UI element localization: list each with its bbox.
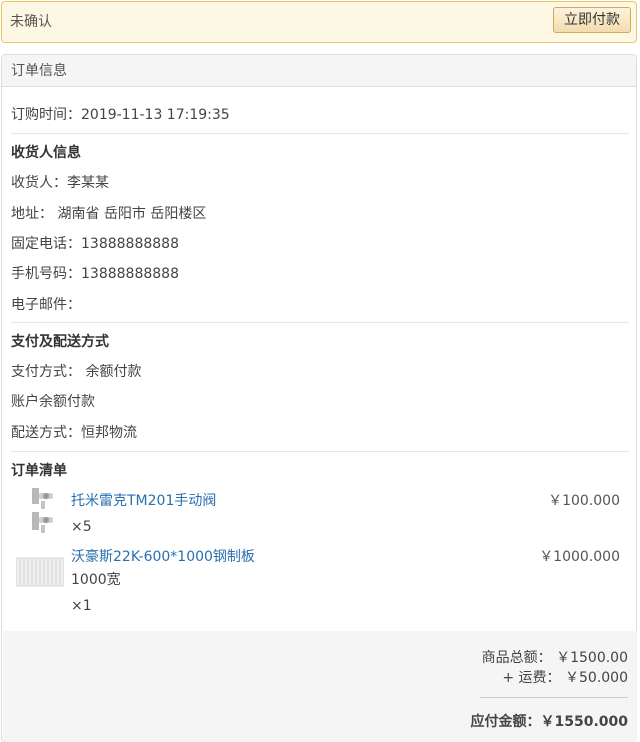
total-payable: 应付金额：￥1550.000 [470,714,628,730]
pay-now-button[interactable]: 立即付款 [553,7,631,33]
consignee-phone: 固定电话：13888888888 [11,236,179,252]
shipping-fee: + 运费： ￥50.000 [502,670,628,686]
panel-title: 订单信息 [2,55,636,87]
item-price: ￥1000.000 [539,549,620,565]
valve-product-thumbnail[interactable] [30,487,56,535]
subtotal: 商品总额： ￥1500.00 [481,650,628,666]
divider [11,133,629,134]
payment-balance: 账户余额付款 [11,394,95,410]
shipping-method: 配送方式：恒邦物流 [11,425,137,441]
divider [11,322,629,323]
order-time-label: 订购时间： [11,107,81,123]
item-quantity: ×5 [71,519,92,535]
items-heading: 订单清单 [11,463,67,479]
order-time: 订购时间：2019-11-13 17:19:35 [11,104,230,124]
item-name-link[interactable]: 托米雷克TM201手动阀 [71,490,216,510]
order-time-value: 2019-11-13 17:19:35 [81,107,230,123]
radiator-product-thumbnail[interactable] [16,557,64,587]
item-quantity: ×1 [71,598,92,614]
consignee-mobile: 手机号码：13888888888 [11,266,179,282]
item-price: ￥100.000 [548,493,620,509]
order-status-text: 未确认 [10,14,52,30]
order-status-alert: 未确认 立即付款 [1,1,637,43]
item-spec: 1000宽 [71,572,121,588]
consignee-heading: 收货人信息 [11,145,81,161]
divider [480,697,628,698]
order-summary: 商品总额： ￥1500.00 + 运费： ￥50.000 应付金额：￥1550.… [3,631,637,742]
order-info-panel: 订单信息 订购时间：2019-11-13 17:19:35 收货人信息 收货人：… [1,54,637,742]
payment-heading: 支付及配送方式 [11,334,109,350]
item-name-link[interactable]: 沃豪斯22K-600*1000钢制板 [71,546,255,566]
consignee-address: 地址： 湖南省 岳阳市 岳阳楼区 [11,206,207,222]
consignee-email: 电子邮件： [11,297,81,313]
payment-method: 支付方式： 余额付款 [11,364,142,380]
divider [11,451,629,452]
consignee-name: 收货人：李某某 [11,175,109,191]
